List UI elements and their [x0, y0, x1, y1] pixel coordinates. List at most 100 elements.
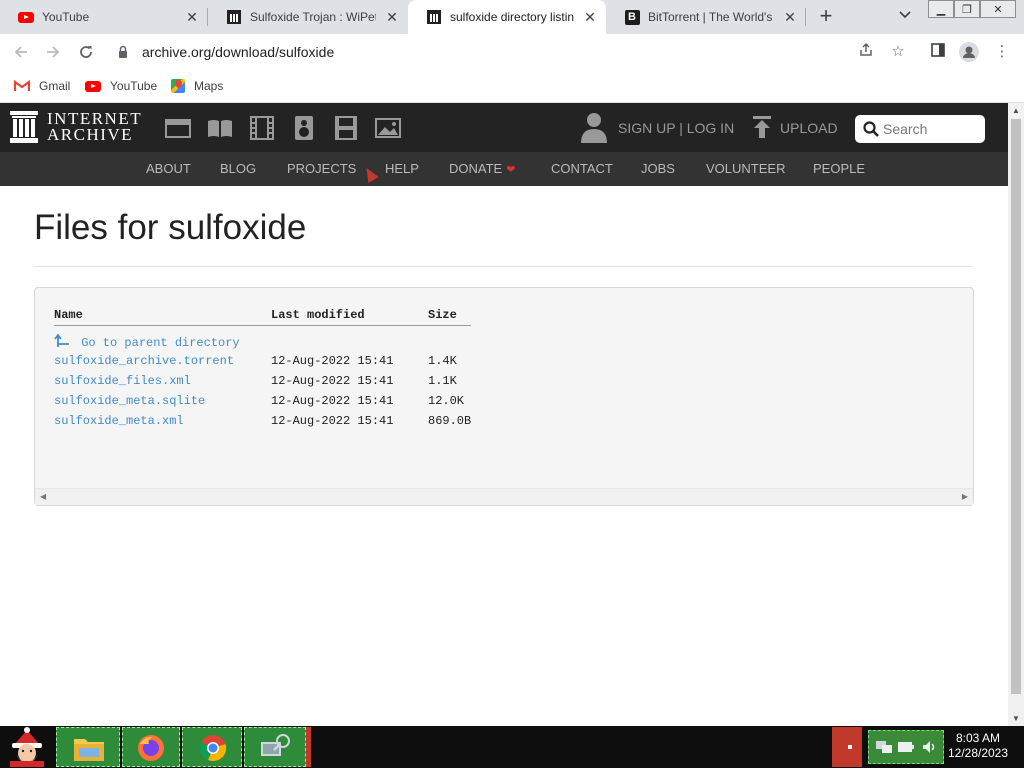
web-icon[interactable]	[165, 116, 191, 140]
file-explorer-icon	[73, 734, 105, 767]
horizontal-scrollbar[interactable]: ◀ ▶	[35, 488, 973, 505]
bookmark-youtube[interactable]: YouTube	[85, 77, 157, 95]
search-placeholder: Search	[883, 121, 928, 137]
scrollbar-thumb[interactable]	[1011, 119, 1021, 694]
file-link[interactable]: sulfoxide_archive.torrent	[54, 354, 234, 368]
parent-directory-link[interactable]: Go to parent directory	[54, 333, 240, 350]
browser-toolbar: archive.org/download/sulfoxide ☆ ⋮	[0, 34, 1024, 70]
taskbar-search-app[interactable]	[244, 727, 306, 767]
gmail-icon	[13, 79, 31, 92]
maximize-button[interactable]: ❐	[954, 0, 980, 18]
texts-book-icon[interactable]	[207, 116, 233, 140]
images-photo-icon[interactable]	[375, 116, 401, 140]
system-clock[interactable]: 8:03 AM 12/28/2023	[945, 731, 1011, 761]
scroll-right-icon[interactable]: ▶	[962, 492, 968, 501]
profile-avatar-icon[interactable]	[959, 42, 979, 62]
sign-up-login-link[interactable]: SIGN UP | LOG IN	[580, 111, 734, 145]
parent-directory-arrow-icon	[54, 333, 77, 350]
side-panel-icon[interactable]	[928, 42, 948, 62]
firefox-icon	[137, 734, 165, 767]
bookmark-maps[interactable]: Maps	[171, 77, 223, 95]
nav-donate-label: DONATE	[449, 161, 503, 176]
show-hidden-icons-button[interactable]	[832, 727, 862, 767]
computer-search-icon	[259, 732, 293, 767]
nav-projects[interactable]: PROJECTS	[287, 161, 356, 176]
page-viewport: INTERNET ARCHIVE SIGN UP | LOG IN UPLOAD…	[0, 103, 1008, 726]
scroll-left-icon[interactable]: ◀	[40, 492, 46, 501]
volume-icon[interactable]	[921, 739, 939, 760]
close-window-button[interactable]: ✕	[980, 0, 1016, 18]
ia-search-box[interactable]: Search	[855, 115, 985, 143]
network-icon[interactable]	[875, 739, 893, 760]
bookmark-star-icon[interactable]: ☆	[888, 42, 908, 62]
close-tab-icon[interactable]: ✕	[582, 9, 598, 25]
bookmarks-bar: Gmail YouTube Maps	[0, 70, 1024, 103]
audio-speaker-icon[interactable]	[291, 116, 317, 140]
column-header-name: Name	[54, 308, 83, 322]
taskbar-separator	[306, 727, 311, 767]
scroll-up-icon[interactable]: ▲	[1012, 106, 1020, 115]
file-size: 1.4K	[428, 354, 457, 368]
video-film-icon[interactable]	[249, 116, 275, 140]
new-tab-button[interactable]: +	[814, 5, 838, 28]
battery-icon[interactable]	[897, 739, 915, 760]
logo-line-2: ARCHIVE	[47, 125, 134, 144]
lock-icon	[118, 45, 128, 59]
bittorrent-icon: B	[624, 9, 640, 25]
share-icon[interactable]	[856, 42, 876, 62]
file-modified: 12-Aug-2022 15:41	[271, 414, 394, 428]
internet-archive-wordmark[interactable]: INTERNET ARCHIVE	[47, 110, 142, 144]
file-modified: 12-Aug-2022 15:41	[271, 354, 394, 368]
menu-dots-icon[interactable]: ⋮	[992, 42, 1012, 62]
ia-top-nav: INTERNET ARCHIVE SIGN UP | LOG IN UPLOAD…	[0, 103, 1008, 152]
start-button-santa-icon[interactable]	[0, 727, 54, 767]
address-bar[interactable]: archive.org/download/sulfoxide	[110, 38, 918, 66]
bookmark-label: Gmail	[39, 79, 71, 93]
scroll-down-icon[interactable]: ▼	[1012, 714, 1020, 723]
clock-time: 8:03 AM	[955, 731, 1001, 745]
page-vertical-scrollbar[interactable]: ▲ ▼	[1008, 103, 1024, 726]
sign-up-login-label: SIGN UP | LOG IN	[618, 120, 735, 136]
internet-archive-logo-icon[interactable]	[10, 111, 40, 143]
minimize-button[interactable]: ▁	[928, 0, 954, 18]
tray-dot-icon	[848, 745, 852, 749]
upload-link[interactable]: UPLOAD	[752, 111, 838, 145]
file-link[interactable]: sulfoxide_meta.xml	[54, 414, 184, 428]
software-floppy-icon[interactable]	[333, 116, 359, 140]
nav-contact[interactable]: CONTACT	[551, 161, 613, 176]
file-link[interactable]: sulfoxide_files.xml	[54, 374, 191, 388]
parent-directory-label: Go to parent directory	[81, 336, 240, 350]
nav-volunteer[interactable]: VOLUNTEER	[706, 161, 785, 176]
nav-blog[interactable]: BLOG	[220, 161, 256, 176]
ia-sub-nav: ABOUT BLOG PROJECTS HELP DONATE ❤ CONTACT…	[0, 152, 1008, 186]
taskbar-firefox[interactable]	[122, 727, 180, 767]
close-tab-icon[interactable]: ✕	[384, 9, 400, 25]
nav-jobs[interactable]: JOBS	[641, 161, 675, 176]
search-icon	[863, 121, 879, 137]
tab-sulfoxide-trojan[interactable]: Sulfoxide Trojan : WiPet : ✕	[208, 0, 408, 34]
tab-title: YouTube	[42, 10, 90, 24]
bookmark-gmail[interactable]: Gmail	[13, 77, 71, 95]
header-underline	[54, 325, 471, 326]
reload-button[interactable]	[75, 41, 97, 63]
tab-sulfoxide-directory[interactable]: sulfoxide directory listing ✕	[408, 0, 606, 34]
taskbar-chrome[interactable]	[182, 727, 242, 767]
url-text: archive.org/download/sulfoxide	[142, 44, 335, 60]
back-button[interactable]	[10, 41, 32, 63]
tab-title: sulfoxide directory listing	[450, 10, 574, 24]
close-tab-icon[interactable]: ✕	[184, 9, 200, 25]
tab-search-chevron-icon[interactable]	[896, 8, 914, 26]
file-link[interactable]: sulfoxide_meta.sqlite	[54, 394, 205, 408]
column-header-modified: Last modified	[271, 308, 365, 322]
tab-youtube[interactable]: YouTube ✕	[0, 0, 208, 34]
taskbar-file-explorer[interactable]	[56, 727, 120, 767]
nav-help[interactable]: HELP	[385, 161, 419, 176]
nav-people[interactable]: PEOPLE	[813, 161, 865, 176]
clock-date: 12/28/2023	[947, 746, 1009, 760]
nav-about[interactable]: ABOUT	[146, 161, 191, 176]
tab-bittorrent[interactable]: B BitTorrent | The World's M ✕	[606, 0, 806, 34]
nav-donate[interactable]: DONATE ❤	[449, 161, 515, 176]
close-tab-icon[interactable]: ✕	[782, 9, 798, 25]
file-size: 869.0B	[428, 414, 472, 428]
forward-button[interactable]	[42, 41, 64, 63]
